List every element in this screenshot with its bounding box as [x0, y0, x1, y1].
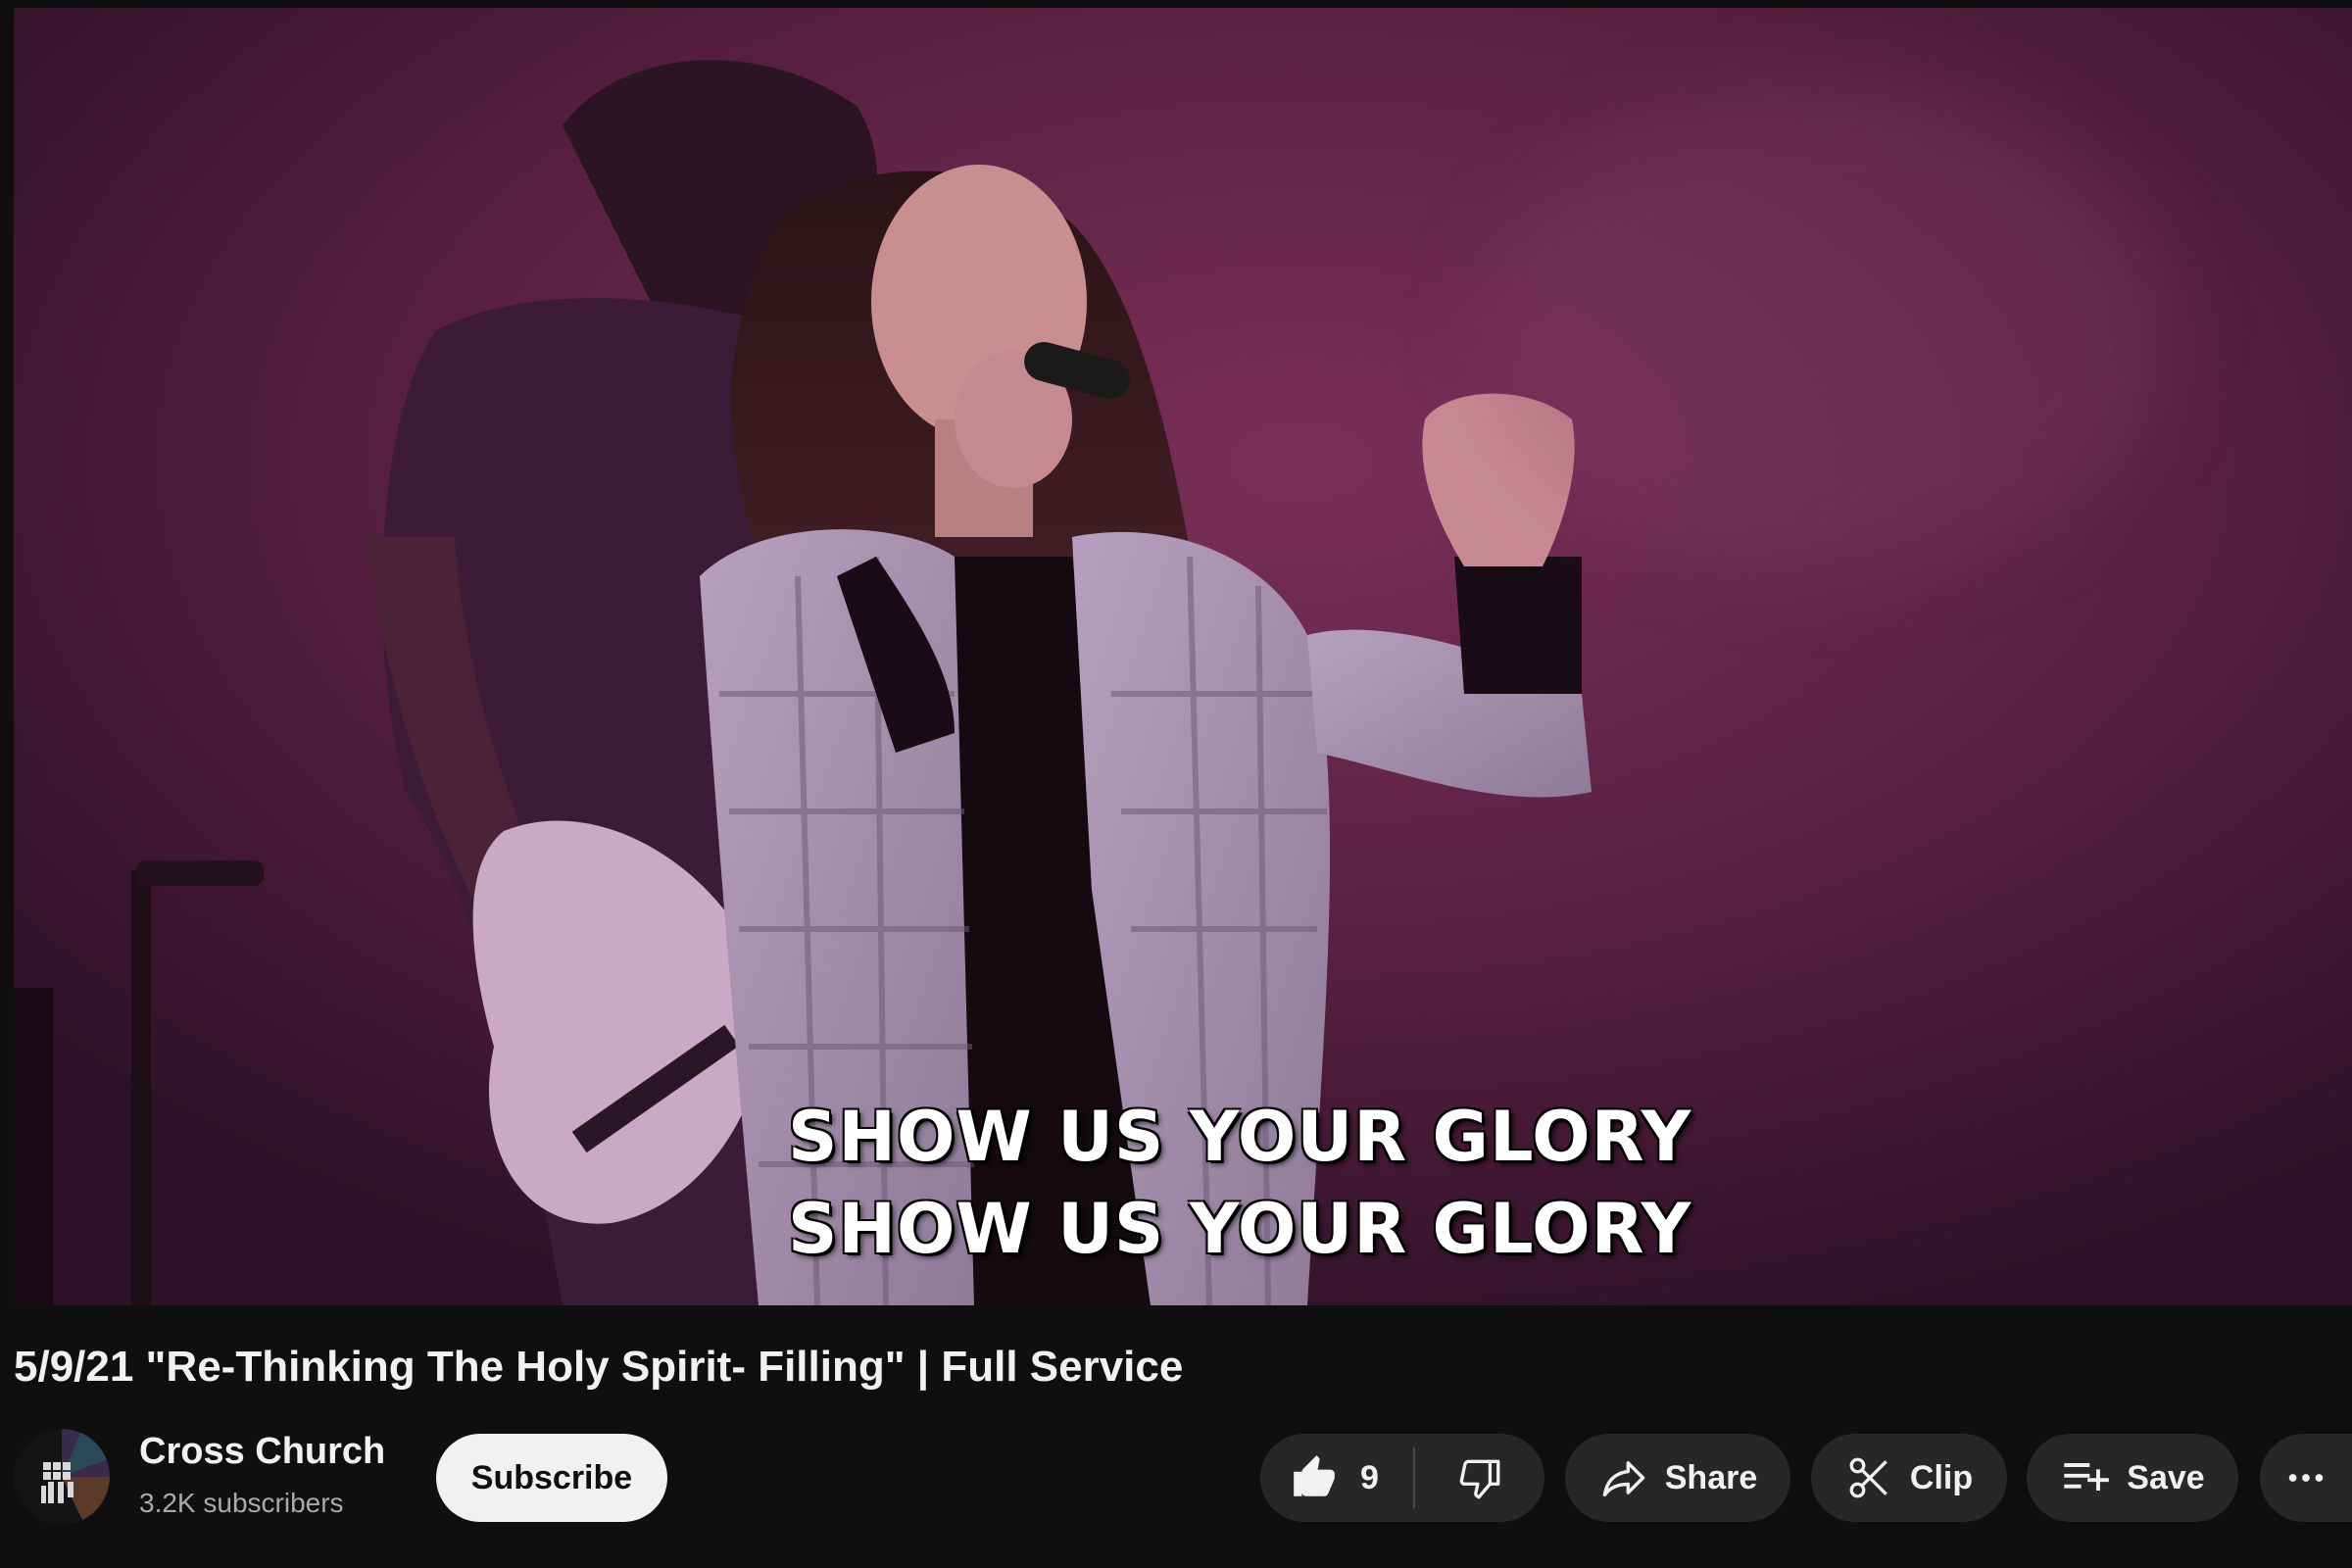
video-player[interactable]: SHOW US YOUR GLORY SHOW US YOUR GLORY: [14, 8, 2352, 1305]
video-title: 5/9/21 "Re-Thinking The Holy Spirit- Fil…: [14, 1343, 1184, 1391]
subscribe-button[interactable]: Subscribe: [436, 1434, 667, 1522]
channel-name[interactable]: Cross Church: [139, 1431, 385, 1473]
caption-line-2: SHOW US YOUR GLORY: [788, 1189, 1692, 1269]
scissors-icon: [1845, 1453, 1894, 1502]
share-arrow-icon: [1598, 1452, 1649, 1503]
share-label: Share: [1664, 1458, 1758, 1496]
subscriber-count: 3.2K subscribers: [139, 1488, 344, 1518]
caption-line-1: SHOW US YOUR GLORY: [788, 1097, 1692, 1177]
clip-label: Clip: [1909, 1458, 1974, 1496]
thumbs-down-icon: [1455, 1453, 1504, 1502]
cross-church-logo-icon: [14, 1429, 110, 1525]
channel-avatar[interactable]: [14, 1429, 110, 1525]
lyrics-caption: SHOW US YOUR GLORY SHOW US YOUR GLORY: [788, 1091, 1692, 1275]
stage-haze: [1484, 86, 2170, 576]
clip-button[interactable]: Clip: [1811, 1434, 2007, 1522]
like-dislike-group: 9: [1260, 1434, 1544, 1522]
playlist-add-icon: [2060, 1452, 2111, 1503]
save-label: Save: [2127, 1458, 2205, 1496]
watch-page: SHOW US YOUR GLORY SHOW US YOUR GLORY 5/…: [0, 0, 2352, 1568]
more-actions-button[interactable]: [2260, 1434, 2352, 1522]
more-horizontal-icon: [2283, 1455, 2328, 1500]
share-button[interactable]: Share: [1565, 1434, 1790, 1522]
dislike-button[interactable]: [1415, 1434, 1544, 1522]
thumbs-up-icon: [1290, 1453, 1339, 1502]
like-button[interactable]: 9: [1260, 1434, 1413, 1522]
like-count: 9: [1360, 1458, 1379, 1496]
save-button[interactable]: Save: [2027, 1434, 2238, 1522]
